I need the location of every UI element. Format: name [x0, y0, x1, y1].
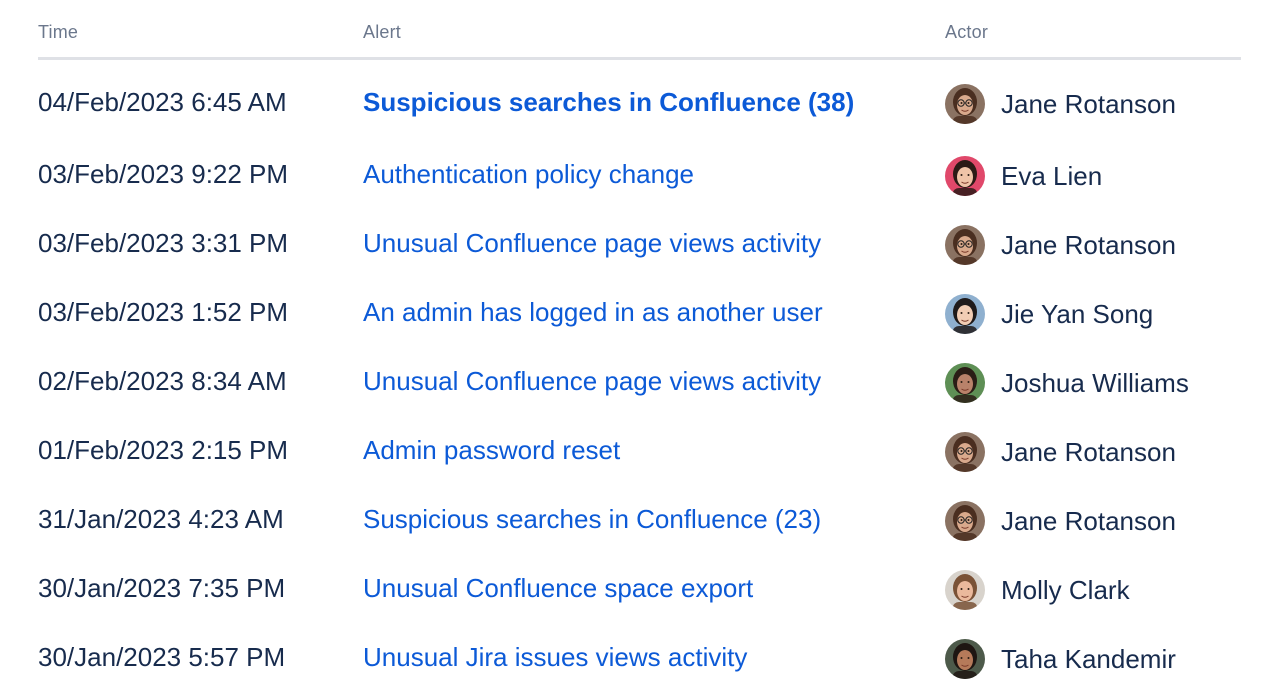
avatar	[945, 501, 985, 541]
alert-time: 02/Feb/2023 8:34 AM	[38, 366, 287, 396]
avatar	[945, 432, 985, 472]
alert-link[interactable]: Authentication policy change	[363, 159, 694, 189]
actor-name: Eva Lien	[1001, 161, 1103, 191]
table-row: 01/Feb/2023 2:15 PM Admin password reset J…	[38, 416, 1241, 485]
table-row: 31/Jan/2023 4:23 AM Suspicious searches i…	[38, 485, 1241, 554]
actor-name: Jane Rotanson	[1001, 437, 1176, 467]
alert-time: 04/Feb/2023 6:45 AM	[38, 87, 287, 117]
alert-link[interactable]: Unusual Confluence page views activity	[363, 366, 821, 396]
alert-link[interactable]: Admin password reset	[363, 435, 620, 465]
alert-link[interactable]: Unusual Confluence page views activity	[363, 228, 821, 258]
avatar	[945, 363, 985, 403]
actor-name: Molly Clark	[1001, 575, 1130, 605]
alert-time: 03/Feb/2023 1:52 PM	[38, 297, 289, 327]
actor-name: Jane Rotanson	[1001, 230, 1176, 260]
alert-time: 03/Feb/2023 3:31 PM	[38, 228, 289, 258]
actor-cell: Jane Rotanson	[945, 225, 1176, 265]
actor-cell: Joshua Williams	[945, 363, 1189, 403]
table-row: 30/Jan/2023 7:35 PM Unusual Confluence sp…	[38, 554, 1241, 623]
alerts-table: Time Alert Actor 04/Feb/2023 6:45 AM Susp…	[38, 0, 1241, 692]
avatar	[945, 84, 985, 124]
table-row: 03/Feb/2023 1:52 PM An admin has logged i…	[38, 278, 1241, 347]
avatar	[945, 570, 985, 610]
column-header-alert[interactable]: Alert	[363, 22, 401, 43]
table-header: Time Alert Actor	[38, 0, 1241, 60]
table-row: 02/Feb/2023 8:34 AM Unusual Confluence pa…	[38, 347, 1241, 416]
column-header-time[interactable]: Time	[38, 22, 78, 43]
actor-cell: Taha Kandemir	[945, 639, 1176, 679]
actor-cell: Jane Rotanson	[945, 501, 1176, 541]
alert-link[interactable]: Suspicious searches in Confluence (38)	[363, 87, 854, 117]
actor-name: Joshua Williams	[1001, 368, 1189, 398]
alert-time: 03/Feb/2023 9:22 PM	[38, 159, 289, 189]
table-row: 30/Jan/2023 5:57 PM Unusual Jira issues v…	[38, 623, 1241, 692]
alert-time: 30/Jan/2023 5:57 PM	[38, 642, 286, 672]
column-header-actor[interactable]: Actor	[945, 22, 988, 43]
table-row: 03/Feb/2023 3:31 PM Unusual Confluence pa…	[38, 209, 1241, 278]
actor-name: Jane Rotanson	[1001, 89, 1176, 119]
avatar	[945, 294, 985, 334]
avatar	[945, 156, 985, 196]
actor-cell: Jane Rotanson	[945, 84, 1176, 124]
alert-link[interactable]: An admin has logged in as another user	[363, 297, 823, 327]
actor-name: Jane Rotanson	[1001, 506, 1176, 536]
actor-cell: Jane Rotanson	[945, 432, 1176, 472]
actor-name: Jie Yan Song	[1001, 299, 1154, 329]
avatar	[945, 639, 985, 679]
actor-cell: Jie Yan Song	[945, 294, 1153, 334]
actor-cell: Eva Lien	[945, 156, 1102, 196]
alert-link[interactable]: Unusual Jira issues views activity	[363, 642, 747, 672]
actor-cell: Molly Clark	[945, 570, 1130, 610]
alert-time: 30/Jan/2023 7:35 PM	[38, 573, 286, 603]
table-body: 04/Feb/2023 6:45 AM Suspicious searches i…	[38, 60, 1241, 692]
alert-time: 01/Feb/2023 2:15 PM	[38, 435, 289, 465]
alert-time: 31/Jan/2023 4:23 AM	[38, 504, 284, 534]
actor-name: Taha Kandemir	[1001, 644, 1176, 674]
alert-link[interactable]: Suspicious searches in Confluence (23)	[363, 504, 821, 534]
alert-link[interactable]: Unusual Confluence space export	[363, 573, 753, 603]
table-row: 04/Feb/2023 6:45 AM Suspicious searches i…	[38, 60, 1241, 140]
table-row: 03/Feb/2023 9:22 PM Authentication policy…	[38, 140, 1241, 209]
avatar	[945, 225, 985, 265]
